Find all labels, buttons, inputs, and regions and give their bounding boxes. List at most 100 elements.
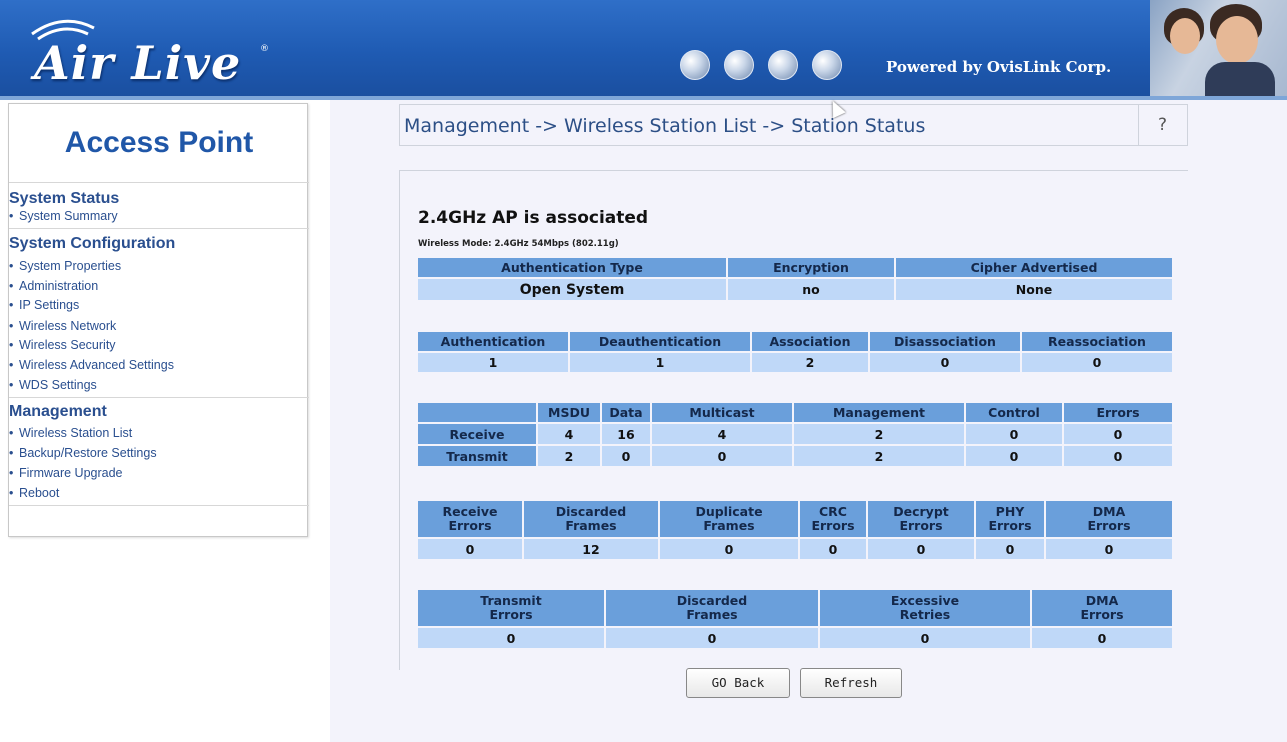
sidebar-item-system-summary[interactable]: • System Summary [9, 209, 118, 223]
section-management: Management [9, 403, 107, 420]
table-header: Data [602, 403, 650, 422]
section-system-configuration: System Configuration [9, 235, 176, 252]
table-cell: Open System [418, 279, 726, 300]
sidebar-item-wireless-security[interactable]: • Wireless Security [9, 338, 116, 352]
table-header: Control [966, 403, 1062, 422]
table-cell: 0 [606, 628, 818, 648]
sidebar-item-system-properties[interactable]: • System Properties [9, 259, 121, 273]
table-cell: 0 [870, 353, 1020, 372]
receive-errors-table: Receive Errors Discarded Frames Duplicate F… [416, 499, 1174, 561]
divider [9, 505, 309, 506]
table-header: DMA Errors [1046, 501, 1172, 537]
auth-table: Authentication Type Encryption Cipher Ad… [416, 256, 1174, 302]
table-cell: 4 [652, 424, 792, 444]
divider [9, 182, 309, 183]
sidebar-item-backup-restore[interactable]: • Backup/Restore Settings [9, 446, 157, 460]
table-cell: 2 [752, 353, 868, 372]
page-title: 2.4GHz AP is associated [418, 208, 649, 228]
table-cell: 0 [660, 539, 798, 559]
section-system-status: System Status [9, 190, 120, 207]
divider [1138, 105, 1139, 145]
globe-icon [724, 50, 754, 80]
table-cell: 12 [524, 539, 658, 559]
table-cell: 0 [602, 446, 650, 466]
table-cell: 0 [1032, 628, 1172, 648]
sidebar-item-wireless-network[interactable]: • Wireless Network [9, 319, 116, 333]
globe-icon [812, 50, 842, 80]
table-header: Errors [1064, 403, 1172, 422]
table-header: Discarded Frames [524, 501, 658, 537]
sidebar-item-firmware-upgrade[interactable]: • Firmware Upgrade [9, 466, 123, 480]
help-icon[interactable]: ? [1158, 115, 1167, 135]
breadcrumb: Management -> Wireless Station List -> S… [404, 115, 926, 137]
table-header: Authentication Type [418, 258, 726, 277]
table-cell: 1 [570, 353, 750, 372]
table-cell: 0 [1022, 353, 1172, 372]
table-cell: 2 [794, 446, 964, 466]
table-cell: 2 [538, 446, 600, 466]
wireless-mode-text: Wireless Mode: 2.4GHz 54Mbps (802.11g) [418, 239, 619, 249]
table-cell: 0 [966, 446, 1062, 466]
table-header: Reassociation [1022, 332, 1172, 351]
sidebar-item-wireless-advanced-settings[interactable]: • Wireless Advanced Settings [9, 358, 174, 372]
sidebar: Access Point System Status • System Summa… [8, 103, 309, 537]
table-header: Multicast [652, 403, 792, 422]
row-label: Receive [418, 424, 536, 444]
table-cell: 0 [868, 539, 974, 559]
table-cell: 0 [800, 539, 866, 559]
table-cell: 0 [652, 446, 792, 466]
table-header: Deauthentication [570, 332, 750, 351]
table-cell: None [896, 279, 1172, 300]
refresh-button[interactable]: Refresh [800, 668, 902, 698]
table-header: Encryption [728, 258, 894, 277]
table-cell: 0 [820, 628, 1030, 648]
table-cell: 4 [538, 424, 600, 444]
airlive-logo: Air Live ® [28, 14, 269, 92]
table-header: Authentication [418, 332, 568, 351]
sidebar-item-wireless-station-list[interactable]: • Wireless Station List [9, 426, 132, 440]
divider [9, 228, 309, 229]
table-header: Decrypt Errors [868, 501, 974, 537]
table-header: Association [752, 332, 868, 351]
table-header: Cipher Advertised [896, 258, 1172, 277]
table-header: CRC Errors [800, 501, 866, 537]
table-cell: 1 [418, 353, 568, 372]
sidebar-title: Access Point [64, 126, 254, 159]
globe-icon [680, 50, 710, 80]
table-cell: 0 [966, 424, 1062, 444]
go-back-button[interactable]: GO Back [686, 668, 790, 698]
table-cell: 2 [794, 424, 964, 444]
logo-text: Air Live [34, 36, 242, 90]
sidebar-item-administration[interactable]: • Administration [9, 279, 98, 293]
globe-icons [680, 50, 842, 80]
sidebar-item-ip-settings[interactable]: • IP Settings [9, 298, 79, 312]
table-cell: no [728, 279, 894, 300]
table-header: Duplicate Frames [660, 501, 798, 537]
row-label: Transmit [418, 446, 536, 466]
table-header: Receive Errors [418, 501, 522, 537]
sidebar-item-reboot[interactable]: • Reboot [9, 486, 59, 500]
powered-by-text: Powered by OvisLink Corp. [886, 58, 1112, 76]
divider [9, 397, 309, 398]
table-cell: 0 [1046, 539, 1172, 559]
globe-icon [768, 50, 798, 80]
table-cell: 16 [602, 424, 650, 444]
header-photo [1150, 0, 1287, 96]
table-header: Discarded Frames [606, 590, 818, 626]
table-header [418, 403, 536, 422]
table-header: Transmit Errors [418, 590, 604, 626]
table-header: DMA Errors [1032, 590, 1172, 626]
breadcrumb-bar: Management -> Wireless Station List -> S… [399, 104, 1188, 146]
table-header: Management [794, 403, 964, 422]
table-cell: 0 [418, 628, 604, 648]
table-cell: 0 [976, 539, 1044, 559]
table-cell: 0 [418, 539, 522, 559]
header-banner: Air Live ® Powered by OvisLink Corp. [0, 0, 1287, 96]
registered-mark: ® [260, 44, 269, 54]
table-cell: 0 [1064, 446, 1172, 466]
table-header: MSDU [538, 403, 600, 422]
sidebar-item-wds-settings[interactable]: • WDS Settings [9, 378, 97, 392]
traffic-table: MSDU Data Multicast Management Control E… [416, 401, 1174, 468]
association-table: Authentication Deauthentication Associat… [416, 330, 1174, 374]
table-cell: 0 [1064, 424, 1172, 444]
